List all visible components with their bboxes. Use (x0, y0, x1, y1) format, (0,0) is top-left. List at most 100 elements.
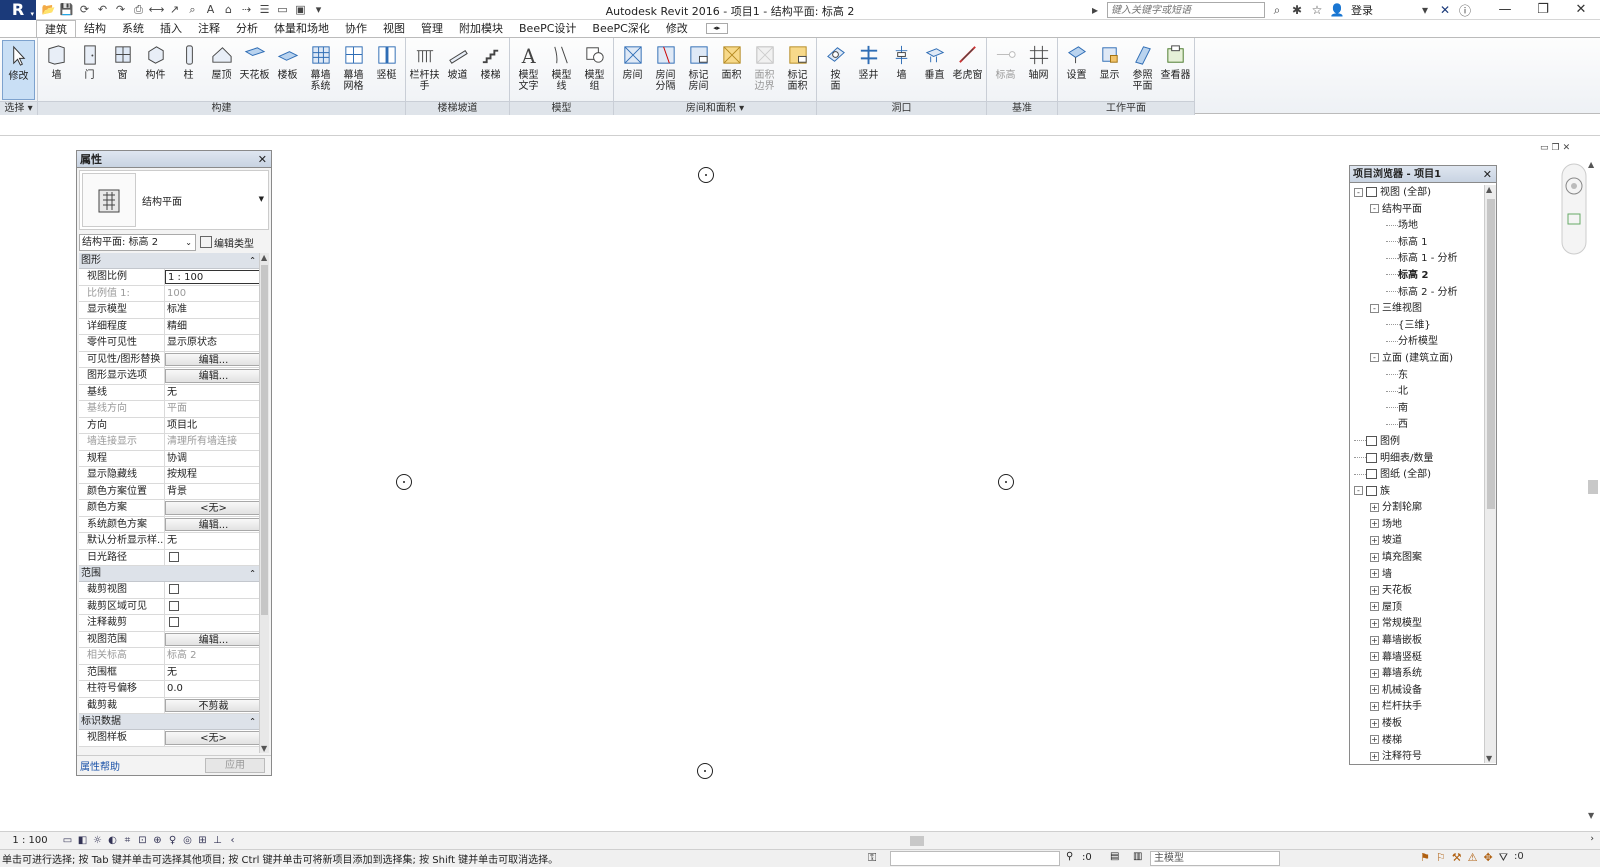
browser-node[interactable]: 东 (1350, 368, 1484, 385)
ribbon-button-6-0[interactable]: 标高 (989, 40, 1022, 100)
sun-path-icon[interactable]: ☼ (91, 834, 104, 847)
browser-scroll-thumb[interactable] (1487, 199, 1495, 509)
ribbon-button-5-2[interactable]: 墙 (885, 40, 918, 100)
properties-scroll-thumb[interactable] (261, 265, 268, 615)
drag-elements-icon[interactable]: ✥ (1484, 851, 1493, 865)
property-edit-button[interactable]: <无> (165, 501, 260, 515)
properties-close-icon[interactable]: ✕ (258, 151, 267, 168)
favorites-icon[interactable]: ☆ (1309, 3, 1325, 17)
save-icon[interactable]: 💾 (58, 1, 75, 18)
browser-node[interactable]: + 栏杆扶手 (1350, 699, 1484, 716)
property-value[interactable]: 按规程 (165, 467, 260, 483)
select-by-face-icon[interactable]: ⚠ (1468, 851, 1478, 865)
temporary-hide-icon[interactable]: ♀ (166, 834, 179, 847)
browser-node[interactable]: 标高 1 (1350, 235, 1484, 252)
view-close-icon[interactable]: ✕ (1563, 143, 1571, 153)
property-checkbox[interactable] (169, 600, 179, 611)
property-value[interactable]: 项目北 (165, 418, 260, 434)
worksets-icon[interactable]: ⚿ (868, 851, 876, 865)
ribbon-button-7-0[interactable]: 设置 (1060, 40, 1093, 100)
elevation-marker-west[interactable] (396, 474, 412, 490)
browser-node[interactable]: + 天花板 (1350, 583, 1484, 600)
print-icon[interactable]: ⎙ (130, 1, 147, 18)
ribbon-button-5-4[interactable]: 老虎窗 (951, 40, 984, 100)
qat-dropdown-icon[interactable]: ▾ (310, 1, 327, 18)
property-value[interactable]: 无 (165, 533, 260, 549)
property-value[interactable]: 无 (165, 665, 260, 681)
browser-node[interactable]: + 幕墙竖梃 (1350, 650, 1484, 667)
ribbon-minimize-toggle[interactable]: ◂▸ (705, 23, 728, 34)
ribbon-button-7-1[interactable]: 显示 (1093, 40, 1126, 100)
app-menu-button[interactable]: R ▾ (0, 0, 36, 20)
reveal-hidden-icon[interactable]: ◎ (181, 834, 194, 847)
expand-icon[interactable]: + (1370, 635, 1379, 645)
search-input[interactable] (1107, 2, 1265, 18)
3d-view-icon[interactable]: ⌂ (220, 1, 237, 18)
ribbon-button-4-4[interactable]: 面积 边界 (748, 40, 781, 100)
ribbon-button-4-3[interactable]: 面积 (715, 40, 748, 100)
browser-node[interactable]: + 坡道 (1350, 533, 1484, 550)
ribbon-button-0-0[interactable]: 修改 (2, 40, 35, 100)
ribbon-button-7-3[interactable]: 查看器 (1159, 40, 1192, 100)
ribbon-button-1-7[interactable]: 楼板 (271, 40, 304, 100)
tab-0[interactable]: 建筑 (36, 20, 76, 37)
undo-icon[interactable]: ↶ (94, 1, 111, 18)
elevation-marker-east[interactable] (998, 474, 1014, 490)
browser-node[interactable]: + 常规模型 (1350, 616, 1484, 633)
close-hidden-icon[interactable]: ▭ (274, 1, 291, 18)
visual-style-icon[interactable]: ◧ (76, 834, 89, 847)
collapse-icon[interactable]: - (1370, 303, 1379, 313)
ribbon-button-1-4[interactable]: 柱 (172, 40, 205, 100)
browser-node[interactable]: - 立面 (建筑立面) (1350, 351, 1484, 368)
viewbar-more-icon[interactable]: ‹ (226, 834, 239, 847)
expand-search-icon[interactable]: ▸ (1087, 3, 1103, 17)
dimension-icon[interactable]: ↗ (166, 1, 183, 18)
measure-icon[interactable]: ⟷ (148, 1, 165, 18)
edit-type-button[interactable]: 编辑类型 (200, 235, 254, 250)
browser-node[interactable]: + 幕墙嵌板 (1350, 633, 1484, 650)
view-restore-icon[interactable]: ❐ (1552, 143, 1560, 153)
ribbon-button-2-0[interactable]: 栏杆扶手 (408, 40, 441, 100)
property-edit-button[interactable]: 编辑... (165, 352, 260, 366)
help-icon[interactable]: ⓘ (1457, 2, 1473, 19)
ribbon-button-1-8[interactable]: 幕墙 系统 (304, 40, 337, 100)
ribbon-panel-label[interactable]: 洞口 (817, 101, 986, 115)
collapse-icon[interactable]: - (1354, 486, 1363, 496)
browser-node[interactable]: 场地 (1350, 218, 1484, 235)
ribbon-button-2-1[interactable]: 坡道 (441, 40, 474, 100)
browser-node[interactable]: -族 (1350, 484, 1484, 501)
property-edit-button[interactable]: 编辑... (165, 369, 260, 383)
ribbon-button-4-0[interactable]: 房间 (616, 40, 649, 100)
unlocked-3d-icon[interactable]: ⊕ (151, 834, 164, 847)
ribbon-button-1-0[interactable]: 墙 (40, 40, 73, 100)
open-icon[interactable]: 📂 (40, 1, 57, 18)
expand-icon[interactable]: + (1370, 585, 1379, 595)
browser-node[interactable]: - 视图 (全部) (1350, 185, 1484, 202)
ribbon-button-5-1[interactable]: 竖井 (852, 40, 885, 100)
thin-lines-icon[interactable]: ☰ (256, 1, 273, 18)
browser-close-icon[interactable]: ✕ (1483, 166, 1492, 183)
tab-10[interactable]: 附加模块 (451, 20, 511, 37)
collapse-icon[interactable]: ⌃ (249, 253, 256, 269)
apply-button[interactable]: 应用 (205, 758, 265, 773)
scroll-down-icon[interactable]: ▼ (1588, 811, 1594, 820)
expand-icon[interactable]: + (1370, 569, 1379, 579)
sync-icon[interactable]: ⟳ (76, 1, 93, 18)
property-value[interactable]: 无 (165, 385, 260, 401)
property-group-header[interactable]: 标识数据 ⌃ (79, 714, 260, 730)
properties-help-link[interactable]: 属性帮助 (80, 758, 120, 773)
browser-node[interactable]: + 分割轮廓 (1350, 500, 1484, 517)
switch-windows-icon[interactable]: ▣ (292, 1, 309, 18)
browser-node[interactable]: 明细表/数量 (1350, 451, 1484, 468)
property-value[interactable]: 精细 (165, 319, 260, 335)
property-checkbox[interactable] (169, 617, 179, 627)
tab-3[interactable]: 插入 (152, 20, 190, 37)
collapse-icon[interactable]: ⌃ (249, 566, 256, 582)
ribbon-button-5-0[interactable]: 按面 (819, 40, 852, 100)
ribbon-button-5-3[interactable]: 垂直 (918, 40, 951, 100)
browser-node[interactable]: + 楼梯 (1350, 733, 1484, 750)
ribbon-button-3-0[interactable]: A 模型 文字 (512, 40, 545, 100)
highlight-displacement-icon[interactable]: ⊥ (211, 834, 224, 847)
property-edit-button[interactable]: 编辑... (165, 632, 260, 646)
tab-5[interactable]: 分析 (228, 20, 266, 37)
